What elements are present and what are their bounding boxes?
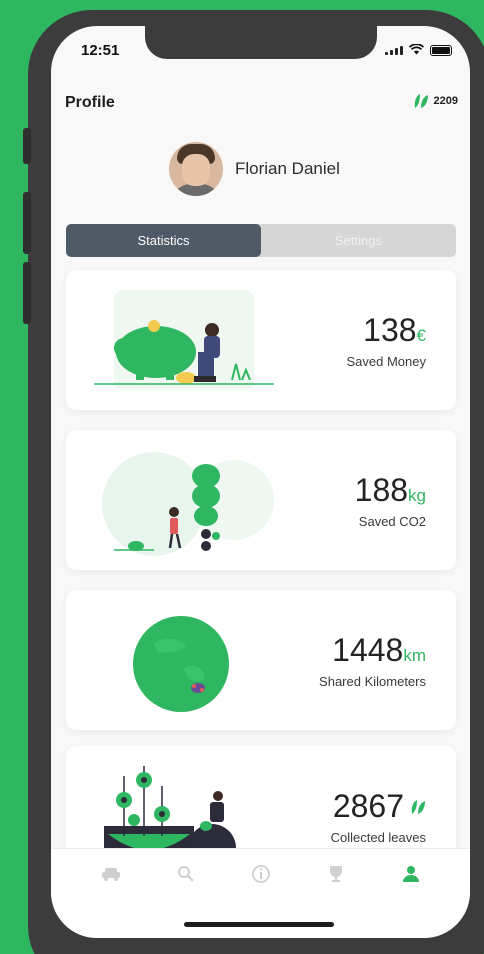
status-time: 12:51 [81,42,120,59]
stat-unit: € [416,326,426,345]
stat-saved-co2: 188kg Saved CO2 [355,472,426,529]
stat-shared-kilometers: 1448km Shared Kilometers [319,632,426,689]
side-button-volume-down [23,262,31,324]
stat-card-shared-kilometers[interactable]: 1448km Shared Kilometers [66,590,456,730]
leaf-counter[interactable]: 2209 [413,92,458,110]
battery-icon [430,44,452,56]
tab-settings[interactable]: Settings [261,224,456,257]
car-icon[interactable] [100,863,122,885]
segmented-control: Statistics Settings [66,224,456,257]
stat-saved-money: 138€ Saved Money [347,312,427,369]
tree-illustration [102,452,274,556]
home-indicator [184,922,334,927]
stat-value: 138 [363,312,417,348]
stat-label: Shared Kilometers [319,674,426,689]
stat-label: Collected leaves [330,830,426,845]
stat-label: Saved CO2 [358,514,426,529]
avatar[interactable] [169,142,223,196]
stat-unit: kg [408,486,426,505]
info-icon[interactable] [250,863,272,885]
search-icon[interactable] [175,863,197,885]
leaf-icon [414,94,428,108]
status-icons [385,43,452,56]
leaf-icon [411,799,425,814]
stat-value: 2867 [332,788,404,824]
piggy-bank-illustration [94,290,274,390]
app-screen: 12:51 Profile 2209 Florian Daniel Statis… [51,26,470,938]
profile-name: Florian Daniel [235,159,340,178]
wifi-icon [408,43,425,56]
stat-card-saved-co2[interactable]: 188kg Saved CO2 [66,430,456,570]
stat-card-saved-money[interactable]: 138€ Saved Money [66,270,456,410]
page-title: Profile [65,94,115,111]
stat-collected-leaves: 2867 Collected leaves [331,788,426,845]
user-icon[interactable] [400,863,422,885]
side-button-mute [23,128,31,164]
world-map-illustration [133,616,229,712]
stat-unit: km [403,646,426,665]
stat-label: Saved Money [346,354,427,369]
stat-value: 1448 [332,632,404,668]
tab-statistics[interactable]: Statistics [66,224,261,257]
signal-icon [385,45,403,55]
side-button-volume-up [23,192,31,254]
profile-header: Florian Daniel [169,142,340,196]
stat-value: 188 [354,472,409,508]
leaf-count-value: 2209 [433,95,458,107]
trophy-icon[interactable] [325,863,347,885]
notch [145,26,377,59]
